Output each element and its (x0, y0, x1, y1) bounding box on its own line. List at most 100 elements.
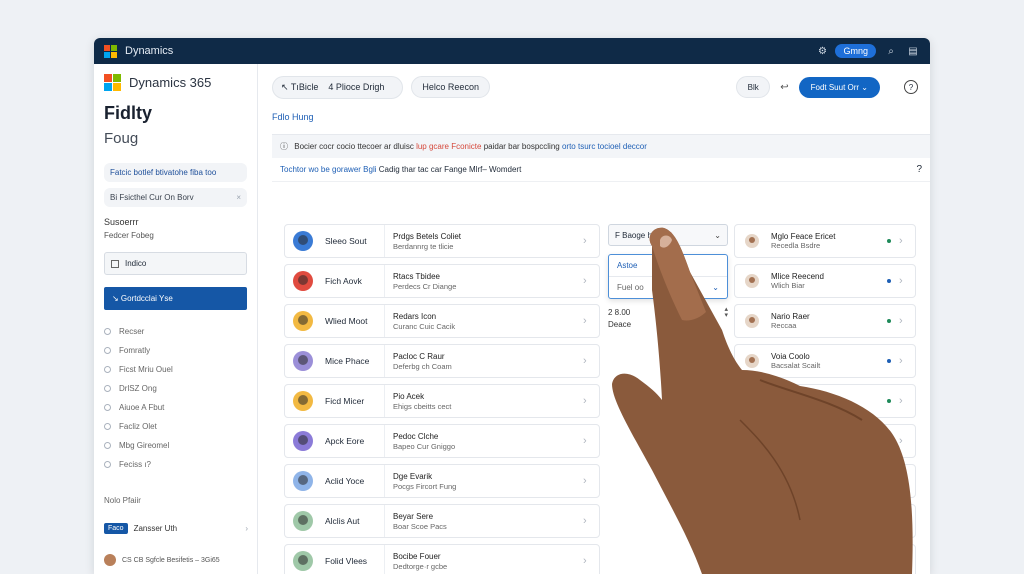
chevron-right-icon[interactable]: › (899, 355, 915, 367)
related-title: Mglo Feace Ericet (771, 232, 836, 241)
chevron-right-icon[interactable]: › (583, 515, 599, 527)
radio-icon[interactable] (104, 442, 111, 449)
radio-icon[interactable] (104, 385, 111, 392)
menu-icon[interactable]: ▤ (906, 44, 920, 58)
arrow-icon[interactable]: ↩ (780, 82, 788, 93)
contact-card[interactable]: Ficd Micer Pio Acek Ehigs cbeitts cect › (284, 384, 600, 418)
dropdown-badge: FC6 (657, 230, 673, 240)
radio-option[interactable]: Mbg Gireomel (104, 436, 247, 455)
settings-icon[interactable]: ⚙ (815, 44, 829, 58)
search-icon[interactable]: ⌕ (884, 44, 898, 58)
radio-option[interactable]: Facliz Olet (104, 417, 247, 436)
question-icon[interactable]: ? (916, 164, 922, 175)
filter-chip[interactable]: Fatcic botlef btivatohe fiba too (104, 163, 247, 182)
contact-name-cell: Folid Vlees (285, 545, 385, 574)
radio-option[interactable]: Fomratly (104, 341, 247, 360)
contact-card[interactable]: Mice Phace Pacloc C Raur Deferbg ch Coam › (284, 344, 600, 378)
contact-sub: Pocgs Fircort Fung (393, 481, 457, 491)
footer-row[interactable]: Faco Zansser Uth › (104, 523, 248, 534)
related-card[interactable]: Mglo Feace Ericet Recedla Bsdre › (734, 224, 916, 258)
contact-card[interactable]: Fich Aovk Rtacs Tbidee Perdecs Cr Diange › (284, 264, 600, 298)
contact-card[interactable]: Folid Vlees Bocibe Fouer Dedtorge·r gcbe › (284, 544, 600, 574)
related-card[interactable]: › (734, 464, 916, 498)
radio-label: Fomratly (119, 346, 151, 355)
contact-card[interactable]: Aclid Yoce Dge Evarik Pocgs Fircort Fung › (284, 464, 600, 498)
radio-option[interactable]: DrlSZ Ong (104, 379, 247, 398)
contact-card[interactable]: Alclis Aut Beyar Sere Boar Scoe Pacs › (284, 504, 600, 538)
filter-dropdown[interactable]: F Baoge h, FC6 ⌄ (608, 224, 728, 246)
chevron-right-icon[interactable]: › (583, 355, 599, 367)
chevron-right-icon[interactable]: › (583, 435, 599, 447)
popup-row[interactable]: Astoe Baiiy (609, 255, 727, 277)
contact-card[interactable]: Wlied Moot Redars Icon Curanc Cuic Cacik › (284, 304, 600, 338)
chevron-right-icon[interactable]: › (899, 395, 915, 407)
contact-title: Bocibe Fouer (393, 551, 441, 561)
chevron-right-icon[interactable]: › (583, 275, 599, 287)
user-info[interactable]: CS CB Sgfcle Besifetis – 3Gi65 (104, 554, 220, 566)
footer-text: Zansser Uth (133, 524, 178, 533)
chevron-right-icon[interactable]: › (899, 475, 915, 487)
related-card[interactable]: Ilàgiodnite Cgarne Pliwe Prar › (734, 384, 916, 418)
stepper-arrows-icon[interactable]: ▴ ▾ (724, 306, 728, 331)
radio-icon[interactable] (104, 347, 111, 354)
primary-action-button[interactable]: ↘ Gortdcclai Yse (104, 287, 247, 310)
toolbar-item-2[interactable]: 4 Plioce Drigh (328, 82, 384, 93)
contact-card[interactable]: Apck Eore Pedoc Clche Bapeo Cur Gniggo › (284, 424, 600, 458)
user-pill[interactable]: Gmng (835, 44, 876, 58)
contact-name: Fich Aovk (325, 276, 362, 286)
popup-option-b[interactable]: Baiiy (659, 261, 676, 270)
section-label: Susoerrr (104, 217, 139, 227)
close-icon[interactable]: × (236, 193, 241, 202)
chevron-right-icon[interactable]: › (583, 235, 599, 247)
chevron-right-icon[interactable]: › (899, 315, 915, 327)
popup-field-label: Fuel oo (617, 283, 644, 292)
chevron-right-icon[interactable]: › (899, 435, 915, 447)
avatar (293, 351, 313, 371)
filter-chip-label: Fatcic botlef btivatohe fiba too (110, 168, 217, 177)
chevron-right-icon[interactable]: › (583, 475, 599, 487)
radio-icon[interactable] (104, 423, 111, 430)
radio-icon[interactable] (104, 404, 111, 411)
chevron-right-icon[interactable]: › (899, 275, 915, 287)
contact-name: Sleeo Sout (325, 236, 367, 246)
help-icon[interactable]: ? (904, 80, 918, 94)
radio-icon[interactable] (104, 328, 111, 335)
contact-sub: Boar Scoe Pacs (393, 521, 447, 531)
radio-icon[interactable] (104, 461, 111, 468)
related-card[interactable]: Mlice Reecend Wlich Biar › (734, 264, 916, 298)
round-button[interactable]: Blk (736, 76, 771, 98)
popup-field[interactable]: Fuel oo ⌄ (609, 277, 727, 298)
popup-option-a[interactable]: Astoe (617, 261, 637, 270)
related-card[interactable]: › (734, 424, 916, 458)
toolbar-button[interactable]: Helco Reecon (411, 76, 490, 98)
radio-option[interactable]: Ficst Mriu Ouel (104, 360, 247, 379)
toolbar-group: ↖ TıBicle 4 Plioce Drigh (272, 75, 404, 99)
filter-chip-2[interactable]: Bi Fsicthel Cur On Borv × (104, 188, 247, 207)
contact-card[interactable]: Sleeo Sout Prdgs Betels Coliet Berdannrg t… (284, 224, 600, 258)
checkbox-icon[interactable] (111, 259, 119, 268)
related-card[interactable]: › (734, 504, 916, 538)
chevron-right-icon[interactable]: › (899, 235, 915, 247)
number-stepper[interactable]: 2 8.00 Deace ▴ ▾ (608, 306, 728, 331)
chevron-right-icon[interactable]: › (583, 315, 599, 327)
primary-button[interactable]: Fodt Suut Orr ⌄ (798, 76, 880, 98)
toolbar-item-1[interactable]: ↖ TıBicle (281, 82, 318, 93)
chevron-right-icon[interactable]: › (583, 555, 599, 567)
related-card[interactable]: Voia Coolo Bacsalat Scailt › (734, 344, 916, 378)
radio-option[interactable]: Feciss ı? (104, 455, 247, 474)
contact-title: Redars Icon (393, 311, 437, 321)
banner-link[interactable]: orto tsurc tocioel deccor (562, 142, 647, 151)
related-card[interactable]: Nario Raer Reccaa › (734, 304, 916, 338)
radio-icon[interactable] (104, 366, 111, 373)
brand-name: Dynamics 365 (129, 75, 212, 90)
brand: Dynamics 365 (104, 74, 247, 91)
radio-option[interactable]: Recser (104, 322, 247, 341)
related-card[interactable]: › (734, 544, 916, 574)
index-field[interactable]: Indico (104, 252, 247, 275)
chevron-right-icon[interactable]: › (583, 395, 599, 407)
chevron-right-icon[interactable]: › (899, 555, 915, 567)
radio-option[interactable]: Aiuoe A Fbut (104, 398, 247, 417)
breadcrumb-link[interactable]: Tochtor wo be gorawer Bgli (280, 165, 377, 174)
chevron-down-icon: ⌄ (712, 283, 719, 292)
chevron-right-icon[interactable]: › (899, 515, 915, 527)
